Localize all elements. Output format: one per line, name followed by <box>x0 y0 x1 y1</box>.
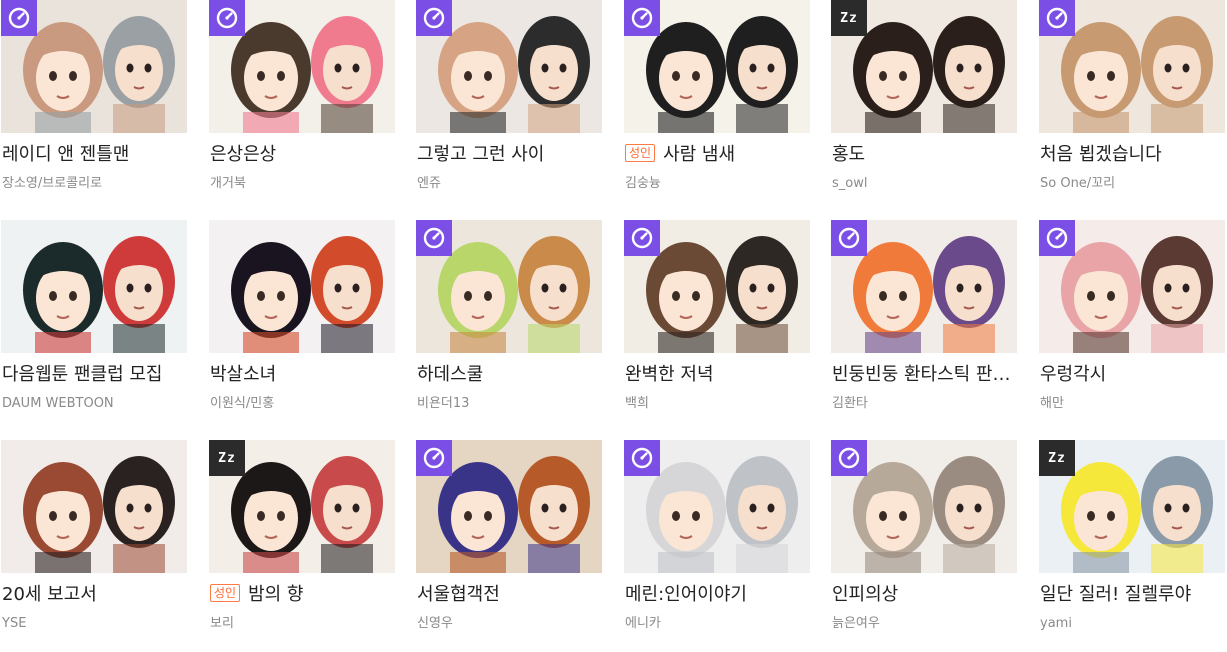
webtoon-card[interactable]: 은상은상개거북 <box>209 0 395 212</box>
webtoon-author: 비욘더13 <box>417 396 470 411</box>
timer-icon <box>624 220 660 256</box>
sleep-icon: Zz <box>209 440 245 476</box>
webtoon-title[interactable]: 박살소녀 <box>210 362 396 388</box>
webtoon-author: 이원식/민홍 <box>210 396 275 411</box>
webtoon-title-text: 그렇고 그런 사이 <box>417 144 545 165</box>
webtoon-title[interactable]: 서울협객전 <box>417 582 603 608</box>
webtoon-card[interactable]: 박살소녀이원식/민홍 <box>209 220 395 432</box>
timer-icon <box>624 0 660 36</box>
timer-icon <box>1039 220 1075 256</box>
webtoon-grid: 레이디 앤 젠틀맨 장소영/브로콜리로 은상은상 개거북 그렇고 그런 사이 엔… <box>0 0 1227 640</box>
webtoon-title[interactable]: 일단 질러! 질렐루야 <box>1040 582 1226 608</box>
webtoon-title[interactable]: 성인 사람 냄새 <box>625 142 811 168</box>
webtoon-title[interactable]: 메린:인어이야기 <box>625 582 811 608</box>
webtoon-title[interactable]: 우렁각시 <box>1040 362 1226 388</box>
webtoon-author: 김숭늉 <box>625 176 661 191</box>
webtoon-author: 백희 <box>625 396 649 411</box>
webtoon-card[interactable]: 메린:인어이야기에니카 <box>624 440 810 652</box>
webtoon-title[interactable]: 완벽한 저녁 <box>625 362 811 388</box>
webtoon-card[interactable]: 완벽한 저녁백희 <box>624 220 810 432</box>
webtoon-title[interactable]: 20세 보고서 <box>2 582 188 608</box>
webtoon-title[interactable]: 은상은상 <box>210 142 396 168</box>
webtoon-author: 신영우 <box>417 616 453 631</box>
webtoon-author: 해만 <box>1040 396 1064 411</box>
webtoon-thumbnail[interactable] <box>1 440 187 573</box>
timer-icon <box>416 440 452 476</box>
webtoon-author: 개거북 <box>210 176 246 191</box>
webtoon-author: 엔쥬 <box>417 176 441 191</box>
webtoon-card[interactable]: 20세 보고서 YSE <box>1 440 187 652</box>
webtoon-title-text: 밤의 향 <box>248 584 304 605</box>
webtoon-title[interactable]: 그렇고 그런 사이 <box>417 142 603 168</box>
webtoon-author: 보리 <box>210 616 234 631</box>
webtoon-card[interactable]: 레이디 앤 젠틀맨장소영/브로콜리로 <box>1 0 187 212</box>
webtoon-title-text: 일단 질러! 질렐루야 <box>1040 584 1192 605</box>
webtoon-card[interactable]: 서울협객전신영우 <box>416 440 602 652</box>
webtoon-title[interactable]: 홍도 <box>832 142 1018 168</box>
webtoon-title[interactable]: 다음웹툰 팬클럽 모집 <box>2 362 188 388</box>
webtoon-title-text: 우렁각시 <box>1040 364 1107 385</box>
timer-icon <box>624 440 660 476</box>
webtoon-author: s_owl <box>832 176 868 191</box>
webtoon-card[interactable]: Zz 성인 밤의 향보리 <box>209 440 395 652</box>
webtoon-title[interactable]: 인피의상 <box>832 582 1018 608</box>
timer-icon <box>831 220 867 256</box>
webtoon-title-text: 하데스쿨 <box>417 364 484 385</box>
webtoon-card[interactable]: 성인 사람 냄새 김숭늉 <box>624 0 810 212</box>
sleep-icon: Zz <box>1039 440 1075 476</box>
webtoon-title-text: 은상은상 <box>210 144 277 165</box>
webtoon-title-text: 빈둥빈둥 환타스틱 판타지 <box>832 364 1018 385</box>
webtoon-author: 장소영/브로콜리로 <box>2 176 103 191</box>
webtoon-title-text: 레이디 앤 젠틀맨 <box>2 144 130 165</box>
adult-badge: 성인 <box>625 144 656 162</box>
webtoon-author: 김환타 <box>832 396 868 411</box>
webtoon-card[interactable]: 우렁각시해만 <box>1039 220 1225 432</box>
webtoon-card[interactable]: 처음 뵙겠습니다 So One/꼬리 <box>1039 0 1225 212</box>
webtoon-author: yami <box>1040 616 1072 631</box>
webtoon-author: So One/꼬리 <box>1040 176 1116 191</box>
webtoon-card[interactable]: Zz 홍도 s_owl <box>831 0 1017 212</box>
timer-icon <box>1039 0 1075 36</box>
timer-icon <box>1 0 37 36</box>
webtoon-title[interactable]: 레이디 앤 젠틀맨 <box>2 142 188 168</box>
webtoon-thumbnail[interactable] <box>209 220 395 353</box>
webtoon-title[interactable]: 빈둥빈둥 환타스틱 판타지 <box>832 362 1018 388</box>
webtoon-card[interactable]: 다음웹툰 팬클럽 모집 DAUM WEBTOON <box>1 220 187 432</box>
webtoon-card[interactable]: 빈둥빈둥 환타스틱 판타지김환타 <box>831 220 1018 432</box>
webtoon-title-text: 홍도 <box>832 144 866 165</box>
webtoon-author: 에니카 <box>625 616 661 631</box>
webtoon-title[interactable]: 성인 밤의 향 <box>210 582 396 608</box>
sleep-icon: Zz <box>831 0 867 36</box>
webtoon-title-text: 인피의상 <box>832 584 899 605</box>
webtoon-title-text: 메린:인어이야기 <box>625 584 747 605</box>
webtoon-author: DAUM WEBTOON <box>2 396 114 411</box>
webtoon-title-text: 20세 보고서 <box>2 584 97 605</box>
timer-icon <box>209 0 245 36</box>
adult-badge: 성인 <box>210 584 241 602</box>
webtoon-author: 늙은여우 <box>832 616 880 631</box>
webtoon-title[interactable]: 처음 뵙겠습니다 <box>1040 142 1226 168</box>
webtoon-card[interactable]: 그렇고 그런 사이엔쥬 <box>416 0 602 212</box>
webtoon-title-text: 서울협객전 <box>417 584 500 605</box>
webtoon-title-text: 처음 뵙겠습니다 <box>1040 144 1162 165</box>
webtoon-title-text: 사람 냄새 <box>663 144 736 165</box>
webtoon-author: YSE <box>2 616 27 631</box>
timer-icon <box>416 220 452 256</box>
webtoon-card[interactable]: Zz 일단 질러! 질렐루야 yami <box>1039 440 1225 652</box>
webtoon-title-text: 완벽한 저녁 <box>625 364 714 385</box>
timer-icon <box>831 440 867 476</box>
webtoon-title-text: 다음웹툰 팬클럽 모집 <box>2 364 163 385</box>
webtoon-card[interactable]: 하데스쿨비욘더13 <box>416 220 602 432</box>
webtoon-card[interactable]: 인피의상늙은여우 <box>831 440 1017 652</box>
webtoon-thumbnail[interactable] <box>1 220 187 353</box>
webtoon-title-text: 박살소녀 <box>210 364 277 385</box>
timer-icon <box>416 0 452 36</box>
webtoon-title[interactable]: 하데스쿨 <box>417 362 603 388</box>
